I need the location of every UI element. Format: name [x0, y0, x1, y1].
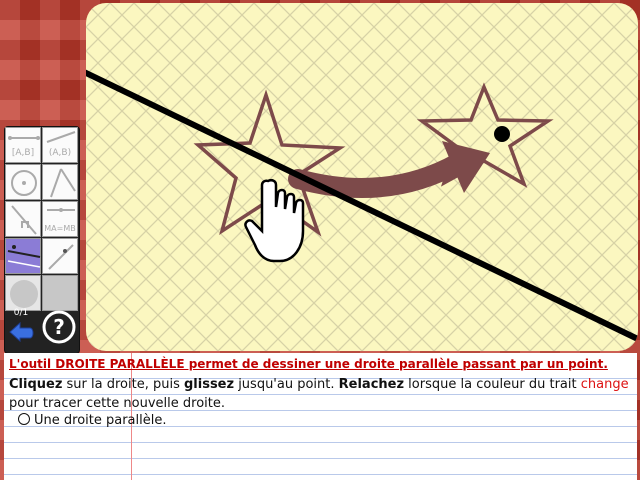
app-window: [A,B] (A,B) MA=MB 0/1 ? L'outil DROITE P… [0, 0, 640, 480]
tool-label: MA=MB [44, 224, 76, 233]
goal-text: Une droite parallèle. [34, 413, 167, 428]
point-icon [48, 244, 74, 270]
help-button[interactable]: ? [42, 310, 76, 344]
tool-circle[interactable] [5, 164, 41, 200]
tool-lines[interactable] [42, 164, 78, 200]
lines-icon [50, 168, 76, 198]
tool-parallel[interactable] [5, 238, 41, 274]
tool-label: (A,B) [48, 148, 72, 158]
circle-icon [11, 170, 37, 196]
segment-icon [8, 136, 40, 140]
disc-icon [10, 280, 38, 308]
canvas-svg[interactable] [86, 3, 638, 351]
tool-fill-circle[interactable] [5, 275, 41, 311]
word-glissez: glissez [183, 377, 235, 392]
instruction-text: Cliquez sur la droite, puis glissez jusq… [9, 375, 634, 413]
parallel-line-icon [7, 245, 41, 268]
undo-button[interactable] [8, 320, 36, 343]
target-point[interactable] [494, 126, 510, 142]
tool-label: [A,B] [11, 148, 35, 158]
instr-part-2: jusqu'au point. [234, 377, 339, 392]
goal-status-circle-icon [18, 413, 30, 425]
instr-part-1: sur la droite, puis [62, 377, 184, 392]
question-mark-icon: ? [42, 310, 76, 344]
word-cliquez: Cliquez [9, 377, 63, 392]
word-change: change [580, 377, 629, 392]
line-icon [46, 131, 76, 143]
undo-arrow-icon [9, 321, 34, 343]
word-relachez: Relachez [338, 377, 405, 392]
instr-part-4: pour tracer cette nouvelle droite. [9, 396, 226, 411]
tool-measure[interactable]: MA=MB [42, 201, 78, 237]
progress-counter: 0/1 [13, 308, 29, 318]
tool-point[interactable] [42, 238, 78, 274]
instr-part-3: lorsque la couleur du trait [404, 377, 581, 392]
tool-angle[interactable] [5, 201, 41, 237]
instruction-panel: L'outil DROITE PARALLÈLE permet de dessi… [4, 353, 637, 480]
goal-item: Une droite parallèle. [18, 413, 166, 428]
tool-fill-square[interactable] [42, 275, 78, 311]
instruction-title: L'outil DROITE PARALLÈLE permet de dessi… [9, 357, 608, 371]
drawing-canvas[interactable] [86, 3, 638, 351]
svg-text:?: ? [53, 315, 65, 339]
perpendicular-icon [11, 205, 37, 235]
tool-segment[interactable]: [A,B] [5, 127, 41, 163]
tool-segment-alt[interactable]: (A,B) [42, 127, 78, 163]
